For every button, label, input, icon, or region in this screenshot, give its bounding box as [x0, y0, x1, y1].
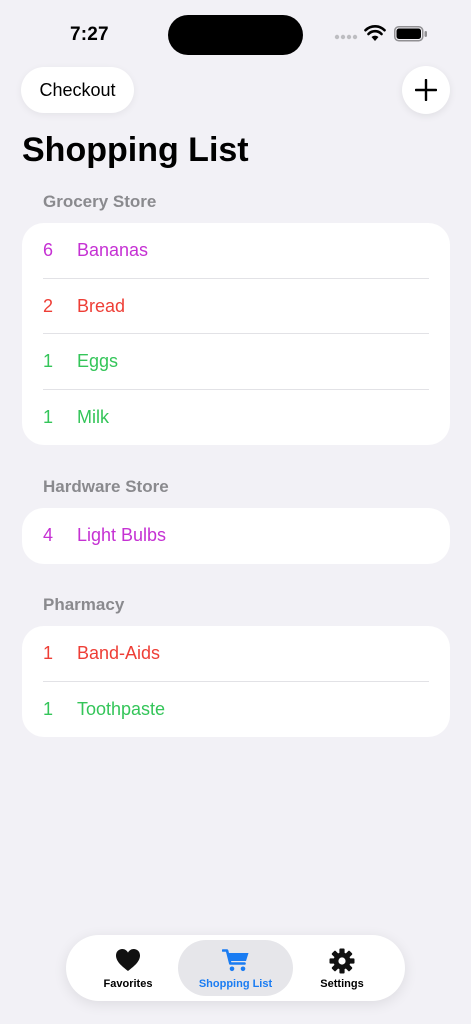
tab-label: Favorites	[103, 978, 153, 990]
item-quantity: 1	[43, 351, 54, 371]
item-name: Milk	[77, 406, 109, 427]
status-time: 7:27	[70, 24, 109, 45]
list-item[interactable]: 1 Toothpaste	[22, 682, 450, 738]
plus-icon	[415, 79, 437, 101]
list-item[interactable]: 1 Band-Aids	[22, 626, 450, 682]
item-name: Bananas	[77, 240, 149, 260]
tab-favorites[interactable]: Favorites	[86, 940, 170, 996]
cellular-signal-icon	[334, 34, 358, 40]
page-title: Shopping List	[22, 131, 249, 169]
item-name: Toothpaste	[77, 698, 166, 719]
add-item-button[interactable]	[402, 66, 450, 114]
section-header-hardware-store: Hardware Store	[43, 477, 169, 496]
item-quantity: 4	[43, 525, 54, 545]
status-bar: 7:27	[0, 0, 471, 60]
list-item[interactable]: 4 Light Bulbs	[22, 508, 450, 564]
dynamic-island	[168, 15, 303, 55]
item-name: Bread	[77, 295, 126, 316]
list-item[interactable]: 1 Eggs	[22, 334, 450, 390]
list-item[interactable]: 2 Bread	[22, 279, 450, 334]
item-name: Band-Aids	[77, 643, 161, 663]
tab-label: Settings	[320, 978, 364, 990]
heart-icon	[116, 949, 140, 971]
battery-icon	[394, 26, 427, 42]
item-quantity: 6	[43, 240, 54, 260]
item-quantity: 1	[43, 643, 54, 663]
tab-label: Shopping List	[198, 978, 273, 990]
tab-settings[interactable]: Settings	[300, 940, 384, 996]
item-quantity: 1	[43, 406, 54, 427]
pharmacy-list: 1 Band-Aids 1 Toothpaste	[22, 626, 450, 737]
tab-bar: Favorites Shopping List Settings	[66, 935, 405, 1001]
hardware-store-list: 4 Light Bulbs	[22, 508, 450, 564]
item-name: Light Bulbs	[77, 525, 167, 545]
list-item[interactable]: 6 Bananas	[22, 223, 450, 279]
section-header-pharmacy: Pharmacy	[43, 595, 125, 614]
gear-icon	[329, 948, 355, 974]
section-header-grocery-store: Grocery Store	[43, 192, 157, 211]
cart-icon	[221, 949, 248, 972]
tab-shopping-list[interactable]: Shopping List	[178, 940, 293, 996]
list-item[interactable]: 1 Milk	[22, 390, 450, 446]
wifi-icon	[364, 25, 386, 41]
checkout-button[interactable]: Checkout	[21, 67, 134, 113]
item-name: Eggs	[77, 351, 119, 371]
item-quantity: 2	[43, 295, 54, 316]
grocery-store-list: 6 Bananas 2 Bread 1 Eggs 1 Milk	[22, 223, 450, 445]
item-quantity: 1	[43, 698, 54, 719]
